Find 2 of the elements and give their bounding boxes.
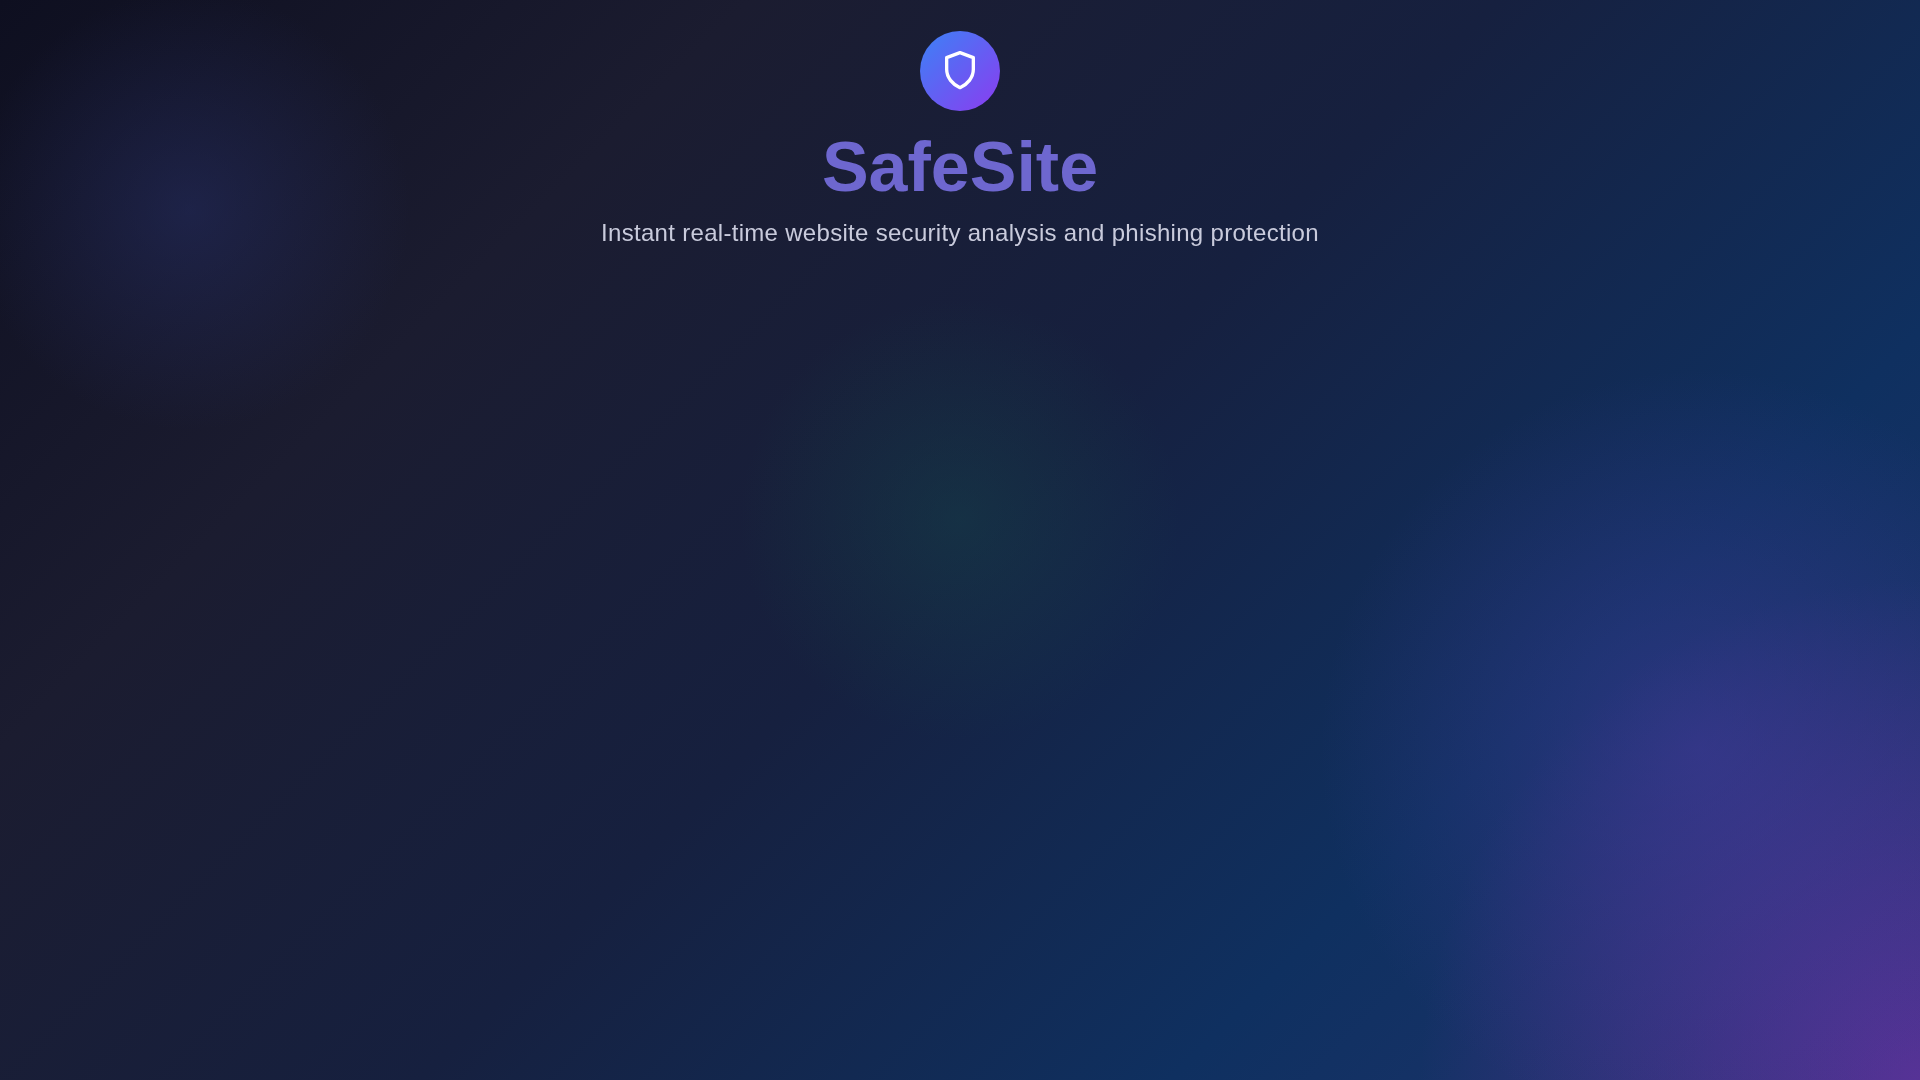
app-title: SafeSite (821, 127, 1099, 208)
tagline: Instant real-time website security analysis and phishing protection (601, 219, 1319, 247)
